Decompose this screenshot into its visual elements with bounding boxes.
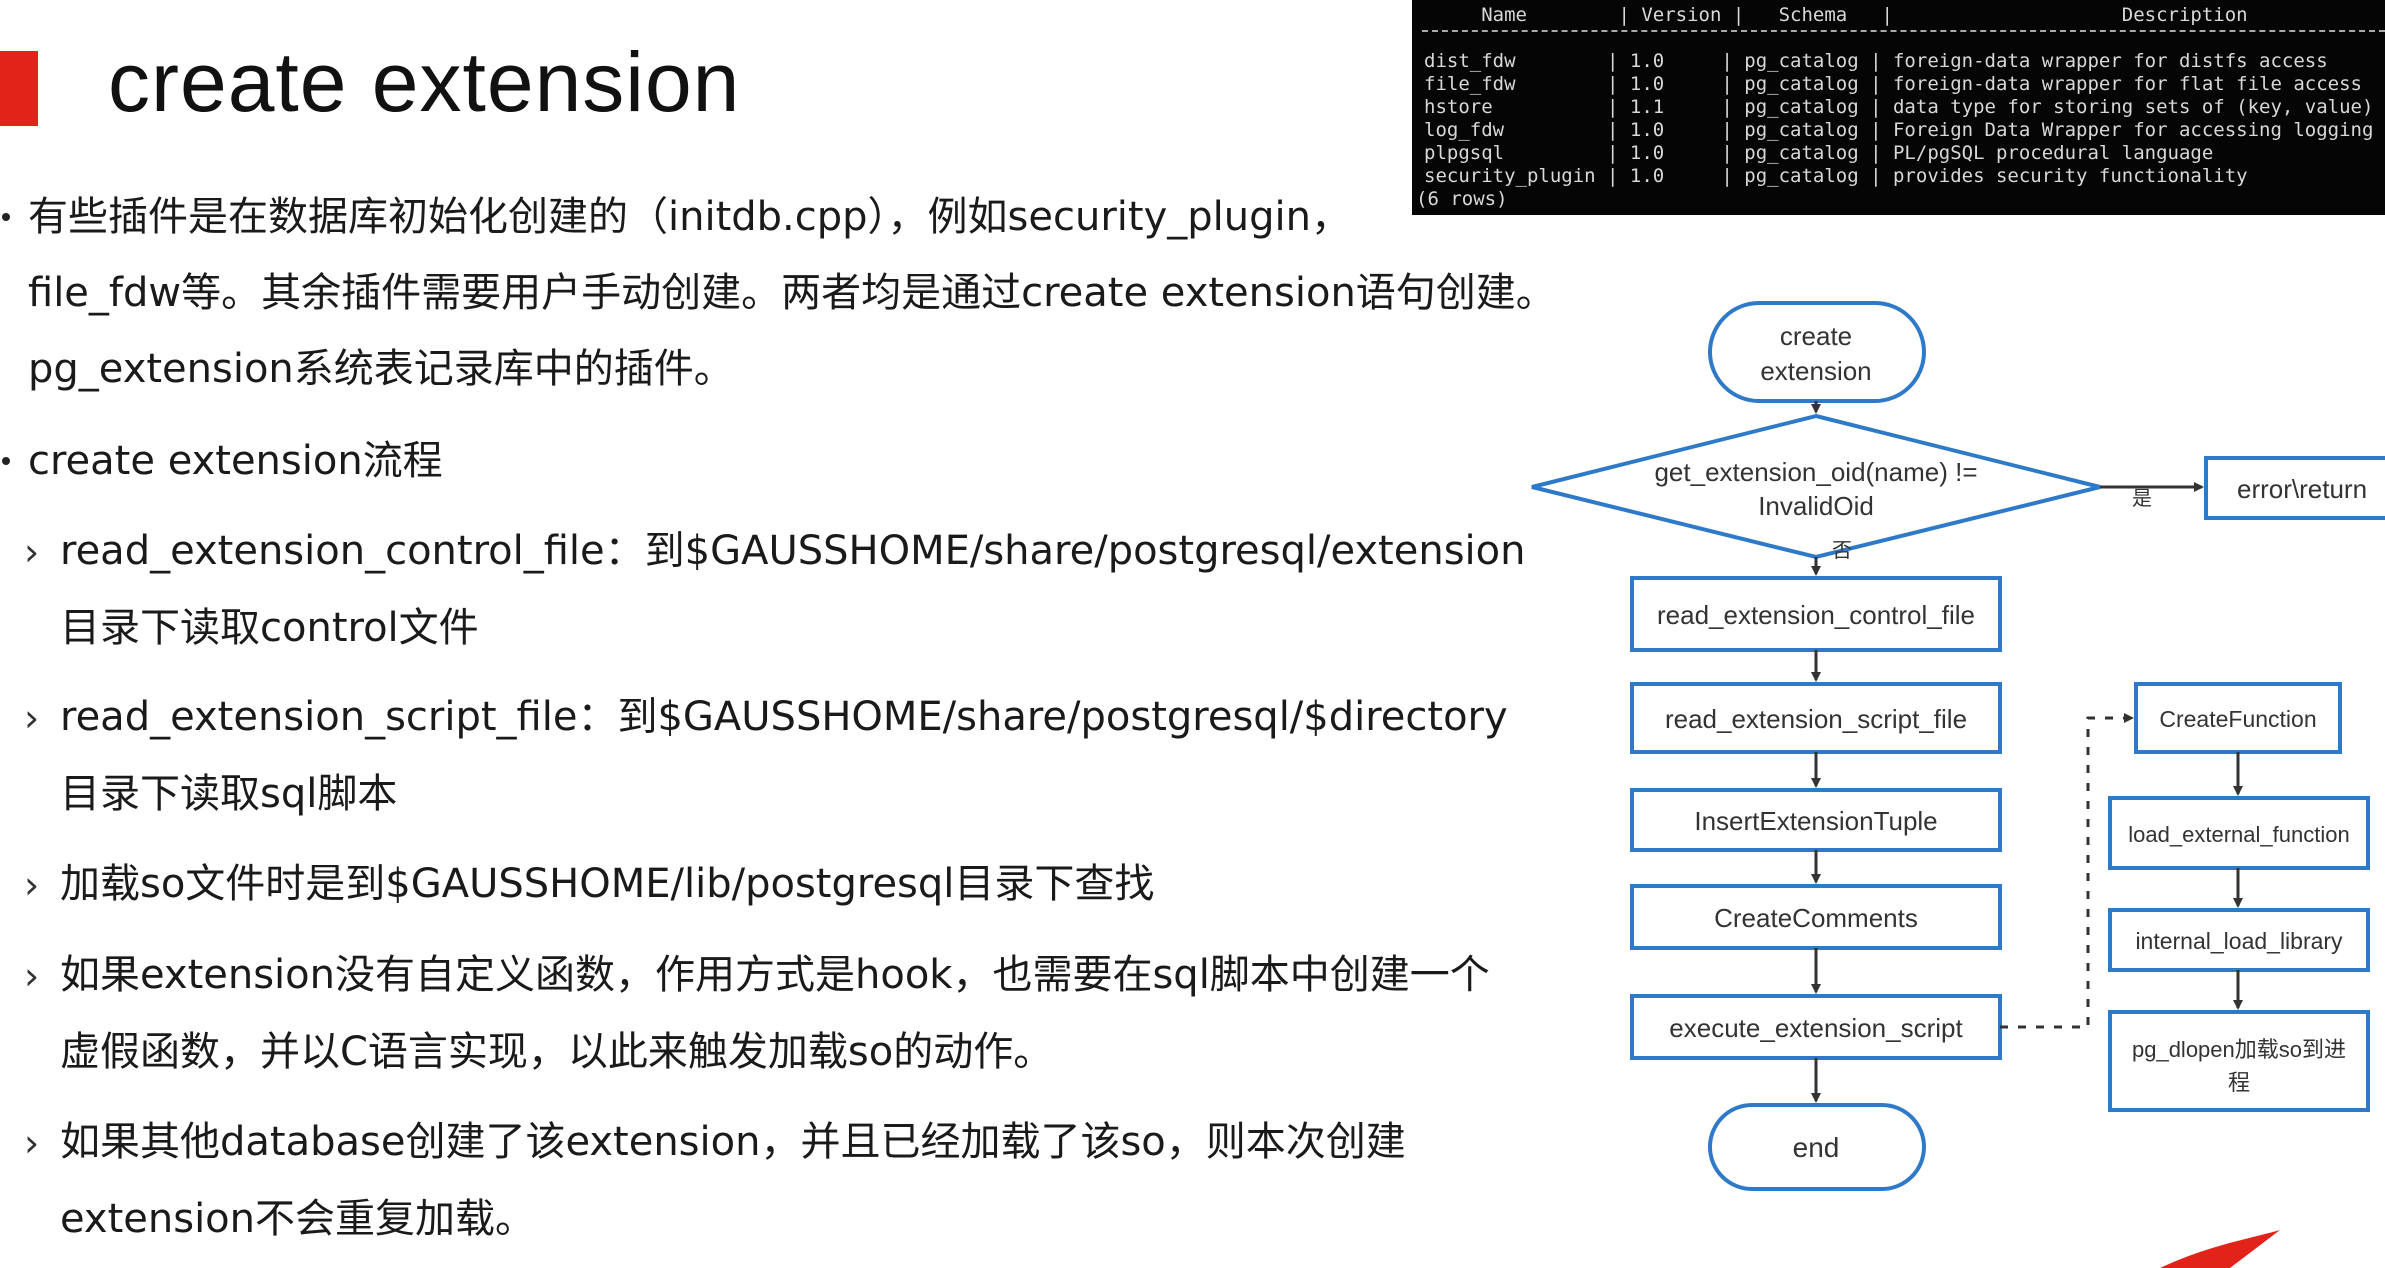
flow-decision-label: InvalidOid: [1758, 491, 1874, 521]
flow-side-label: load_external_function: [2128, 822, 2349, 847]
flow-side-label: 程: [2228, 1070, 2250, 1095]
flow-error-label: error\return: [2237, 474, 2367, 504]
flow-step-label: CreateComments: [1714, 903, 1918, 933]
flow-start-label: create: [1780, 321, 1852, 351]
flow-side-label: CreateFunction: [2159, 706, 2316, 732]
flow-decision-label: get_extension_oid(name) !=: [1654, 457, 1977, 487]
flow-start-node: [1708, 301, 1926, 403]
flow-yes-label: 是: [2132, 488, 2152, 510]
flow-side-label: internal_load_library: [2135, 928, 2343, 954]
logo-swoosh: [2160, 1230, 2280, 1268]
flow-dashed-connector: [2000, 713, 2134, 1029]
flow-step-label: read_extension_script_file: [1665, 704, 1967, 734]
flow-start-label: extension: [1760, 356, 1871, 386]
flow-end-label: end: [1793, 1132, 1840, 1163]
flow-step-label: InsertExtensionTuple: [1694, 806, 1937, 836]
flow-step-label: read_extension_control_file: [1657, 600, 1975, 630]
flow-side-label: pg_dlopen加载so到进: [2132, 1037, 2346, 1062]
flow-step-label: execute_extension_script: [1669, 1013, 1963, 1043]
flow-no-label: 否: [1832, 540, 1852, 562]
extension-flowchart: create extension get_extension_oid(name)…: [1531, 301, 2385, 1268]
